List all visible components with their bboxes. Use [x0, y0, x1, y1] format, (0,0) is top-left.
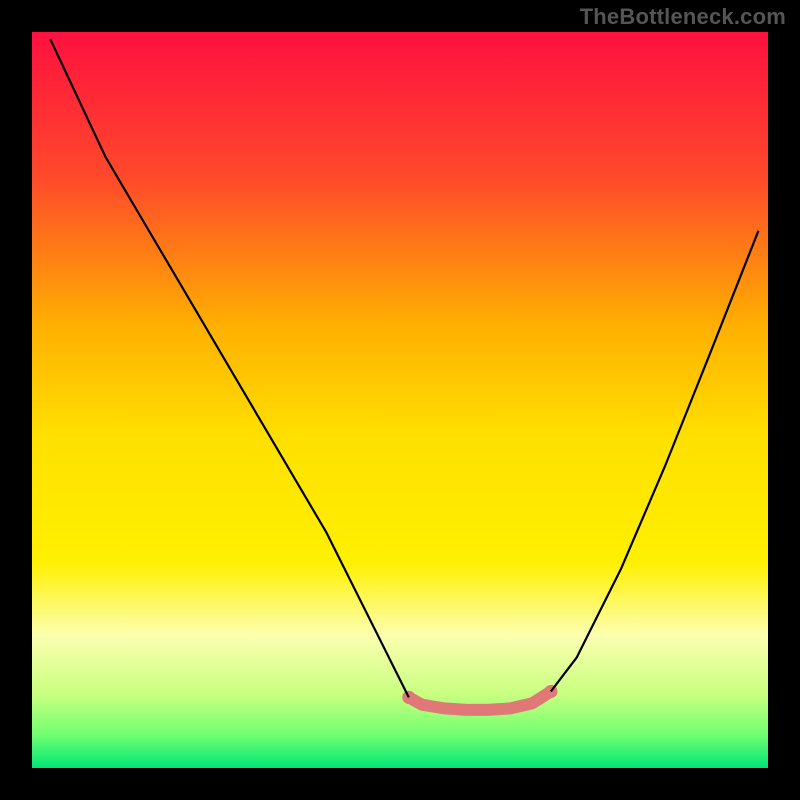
chart-frame: TheBottleneck.com: [0, 0, 800, 800]
bottleneck-chart: [0, 0, 800, 800]
watermark-text: TheBottleneck.com: [580, 4, 786, 30]
plot-background: [32, 32, 768, 768]
valley-floor-left-dot: [402, 691, 415, 704]
